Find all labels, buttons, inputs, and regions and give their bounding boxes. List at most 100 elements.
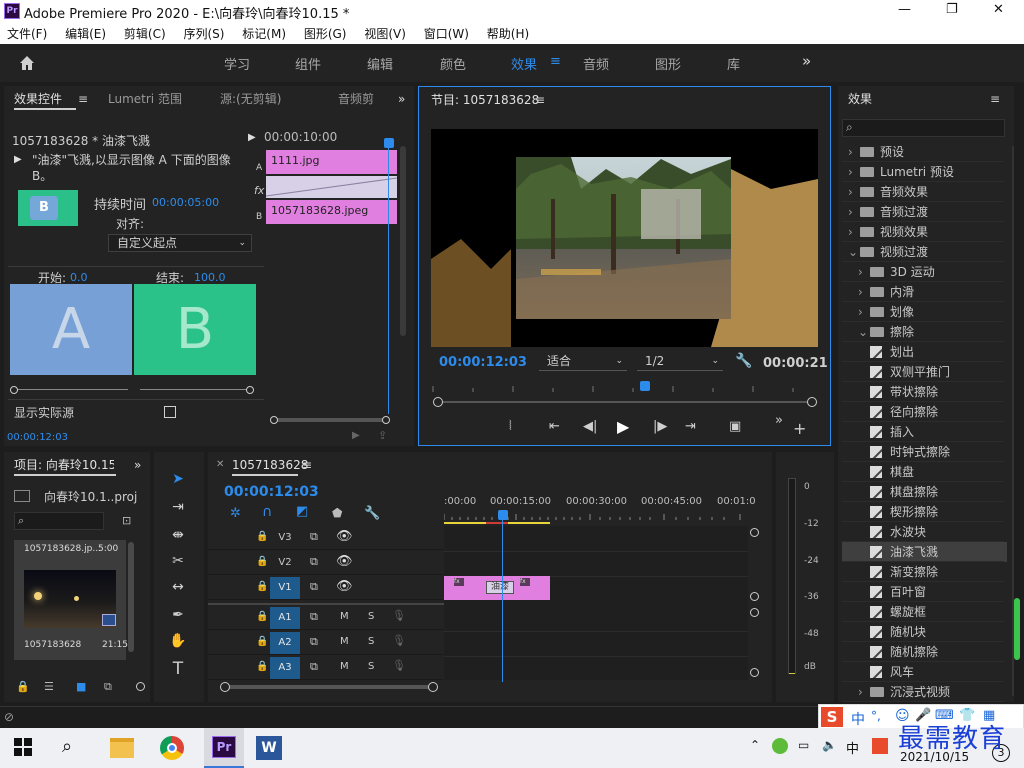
project-scrollbar[interactable] <box>128 542 134 652</box>
chevron-right-icon[interactable]: › <box>858 682 870 702</box>
list-view-icon[interactable]: ☰ <box>44 680 54 693</box>
transition-bar[interactable] <box>266 176 397 198</box>
menu-graphics[interactable]: 图形(G) <box>297 22 354 42</box>
chevron-right-icon[interactable]: › <box>858 282 870 302</box>
effects-folder[interactable]: › 视频效果 <box>842 222 1007 242</box>
pen-tool-icon[interactable]: ✒ <box>166 604 190 626</box>
program-timecode[interactable]: 00:00:12:03 <box>439 355 527 370</box>
ws-tab-graphics[interactable]: 图形 <box>655 54 681 73</box>
effects-preset-item[interactable]: 油漆飞溅 <box>842 542 1007 562</box>
effects-preset-item[interactable]: 棋盘 <box>842 462 1007 482</box>
ws-tab-audio[interactable]: 音频 <box>583 54 609 73</box>
play-transition-icon[interactable]: ▶ <box>248 132 256 143</box>
effects-preset-item[interactable]: 百叶窗 <box>842 582 1007 602</box>
go-to-out-icon[interactable]: ⇥ <box>685 419 696 434</box>
track-label-v3[interactable]: V3 <box>270 527 300 549</box>
linked-selection-icon[interactable]: ∩ <box>262 504 272 520</box>
effects-search-input[interactable]: ⌕ <box>842 119 1005 137</box>
lock-icon[interactable]: 🔒 <box>16 680 30 693</box>
project-search-input[interactable]: ⌕ <box>14 512 104 530</box>
ripple-edit-tool-icon[interactable]: ⇼ <box>166 524 190 546</box>
volume-icon[interactable]: 🔈 <box>822 738 837 752</box>
timeline-h-scrollbar[interactable] <box>220 682 438 692</box>
hand-tool-icon[interactable]: ✋ <box>166 630 190 652</box>
chevron-down-icon[interactable]: ⌄ <box>848 242 860 262</box>
track-label-v2[interactable]: V2 <box>270 552 300 574</box>
effects-preset-item[interactable]: 棋盘擦除 <box>842 482 1007 502</box>
align-dropdown[interactable]: 自定义起点 ⌄ <box>108 234 252 252</box>
timeline-settings-icon[interactable]: 🔧 <box>364 506 380 521</box>
ws-tab-color[interactable]: 颜色 <box>440 54 466 73</box>
effects-folder[interactable]: › 3D 运动 <box>842 262 1007 282</box>
word-taskbar-icon[interactable]: W <box>256 736 282 760</box>
eye-icon[interactable]: 👁 <box>336 579 353 594</box>
timeline-playhead-marker[interactable] <box>498 510 508 520</box>
effects-preset-item[interactable]: 带状擦除 <box>842 382 1007 402</box>
mic-icon[interactable]: 🎙 <box>392 634 406 647</box>
effects-folder[interactable]: › Lumetri 预设 <box>842 162 1007 182</box>
track-label-a3[interactable]: A3 <box>270 657 300 679</box>
maximize-button[interactable]: ❐ <box>946 2 958 17</box>
more-controls-icon[interactable]: » <box>775 413 783 428</box>
timeline-track-area[interactable]: fx fx 油漆 <box>444 526 748 680</box>
clip-a-bar[interactable]: 1111.jpg <box>266 150 397 174</box>
ec-playhead-marker[interactable] <box>384 138 394 148</box>
ws-tab-learn[interactable]: 学习 <box>224 54 250 73</box>
lock-icon[interactable]: 🔒 <box>256 636 268 647</box>
ws-menu-icon[interactable]: ≡ <box>550 54 561 69</box>
ime-lang[interactable]: 中 <box>851 709 865 729</box>
add-marker-list-icon[interactable]: ◩ <box>296 504 308 519</box>
timeline-timecode[interactable]: 00:00:12:03 <box>224 484 319 500</box>
mic-icon[interactable]: 🎙 <box>392 609 406 622</box>
solo-button[interactable]: S <box>368 611 374 622</box>
effects-folder[interactable]: › 划像 <box>842 302 1007 322</box>
timeline-v-scroll-knob[interactable] <box>750 668 759 677</box>
home-icon[interactable] <box>18 54 36 72</box>
program-scrollbar[interactable] <box>433 397 817 407</box>
monitor-menu-icon[interactable]: ≡ <box>535 87 545 113</box>
chevron-right-icon[interactable]: › <box>858 262 870 282</box>
wrench-icon[interactable]: 🔧 <box>735 353 752 369</box>
sync-icon[interactable]: ⧉ <box>310 635 318 649</box>
mute-button[interactable]: M <box>340 636 349 647</box>
end-slider[interactable] <box>140 386 256 394</box>
v1-clip[interactable]: fx fx 油漆 <box>444 576 550 600</box>
sync-icon[interactable]: ⧉ <box>310 530 318 544</box>
export-icon[interactable]: ⇪ <box>378 429 387 442</box>
media-thumb-card[interactable]: 1057183628.jp... 5:00 1057183628 21:15 <box>14 540 128 660</box>
tray-lang[interactable]: 中 <box>846 738 859 757</box>
tray-sogou-icon[interactable] <box>872 738 888 754</box>
close-button[interactable]: ✕ <box>993 2 1004 17</box>
chevron-right-icon[interactable]: › <box>848 182 860 202</box>
tray-up-icon[interactable]: ⌃ <box>750 738 760 752</box>
menu-sequence[interactable]: 序列(S) <box>176 22 231 42</box>
ime-punct[interactable]: °, <box>871 709 881 723</box>
track-label-a2[interactable]: A2 <box>270 632 300 654</box>
ec-zoom-scrollbar[interactable] <box>270 416 392 424</box>
menu-markers[interactable]: 标记(M) <box>235 22 293 42</box>
effects-scrollbar-thumb[interactable] <box>1014 598 1020 660</box>
menu-help[interactable]: 帮助(H) <box>480 22 536 42</box>
add-button-icon[interactable]: + <box>793 419 806 438</box>
tab-audio-clip-mixer[interactable]: 音频剪 <box>338 86 374 112</box>
clip-b-bar[interactable]: 1057183628.jpeg <box>266 200 397 224</box>
chrome-icon[interactable] <box>160 736 184 760</box>
new-bin-icon[interactable]: ⊡ <box>122 514 131 527</box>
effects-preset-item[interactable]: 随机块 <box>842 622 1007 642</box>
play-audio-icon[interactable]: ▶ <box>352 430 360 441</box>
mute-button[interactable]: M <box>340 661 349 672</box>
tab-menu-icon[interactable]: ≡ <box>78 86 88 112</box>
mic-icon[interactable]: 🎙 <box>392 659 406 672</box>
track-select-tool-icon[interactable]: ⇥ <box>166 496 190 518</box>
effects-folder[interactable]: › 内滑 <box>842 282 1007 302</box>
sync-icon[interactable]: ⧉ <box>310 580 318 594</box>
mark-in-icon[interactable]: ⦚ <box>509 419 512 434</box>
search-icon[interactable]: ⌕ <box>62 736 72 757</box>
tab-source[interactable]: 源:(无剪辑) <box>220 86 281 112</box>
tab-lumetri-scopes[interactable]: Lumetri 范围 <box>108 86 182 112</box>
zoom-slider-knob[interactable] <box>136 682 145 691</box>
effects-preset-item[interactable]: 渐变擦除 <box>842 562 1007 582</box>
step-back-icon[interactable]: ◀| <box>583 419 597 434</box>
start-value[interactable]: 0.0 <box>70 271 88 284</box>
effects-preset-item[interactable]: 插入 <box>842 422 1007 442</box>
